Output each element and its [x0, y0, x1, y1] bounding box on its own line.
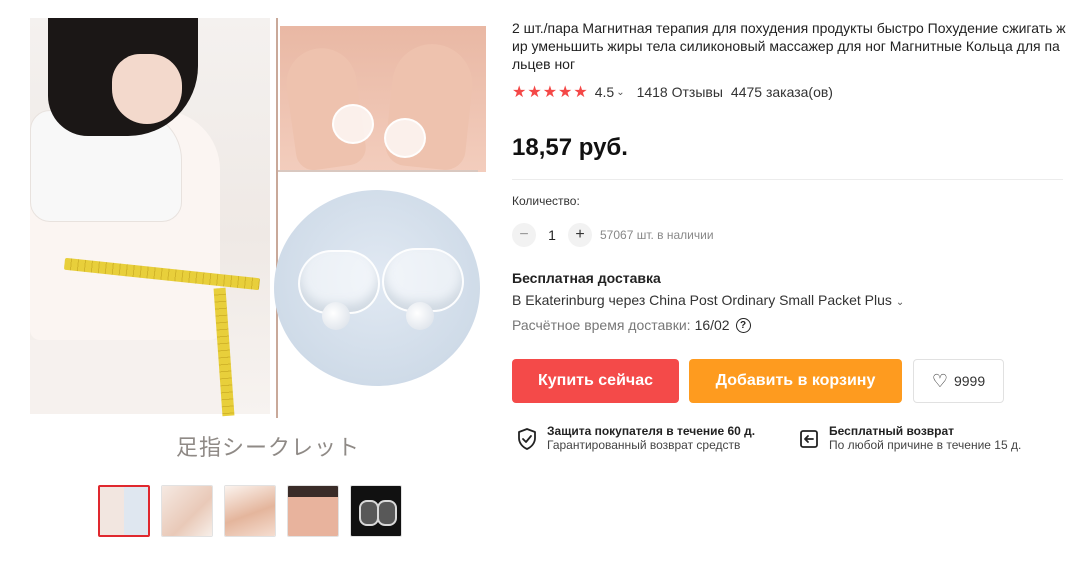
divider — [512, 179, 1063, 180]
image-caption: 足指シークレット — [176, 436, 361, 461]
orders-count: 4475 заказа(ов) — [730, 84, 833, 100]
thumbnail-3[interactable] — [224, 485, 276, 537]
thumbnail-2[interactable] — [161, 485, 213, 537]
product-title: 2 шт./пара Магнитная терапия для похуден… — [512, 20, 1066, 72]
product-main-image[interactable]: 足指シークレット — [28, 18, 488, 466]
wishlist-button[interactable]: ♡ 9999 — [913, 359, 1004, 403]
toe-rings-on-feet-photo — [280, 26, 486, 172]
rating-value[interactable]: 4.5 — [595, 84, 614, 100]
buy-now-button[interactable]: Купить сейчас — [512, 359, 679, 403]
protection-title: Защита покупателя в течение 60 д. — [547, 424, 756, 438]
shield-check-icon — [518, 428, 536, 450]
thumbnail-1[interactable] — [98, 485, 150, 537]
quantity-value[interactable]: 1 — [536, 227, 568, 243]
delivery-time-label: Расчётное время доставки: — [512, 317, 691, 333]
rating-row: ★★★★★ 4.5 ⌄ 1418 Отзывы 4475 заказа(ов) — [512, 83, 833, 101]
delivery-time: Расчётное время доставки: 16/02 ? — [512, 317, 751, 333]
buyer-protection: Защита покупателя в течение 60 д. Гарант… — [516, 424, 755, 453]
stock-info: 57067 шт. в наличии — [600, 228, 714, 242]
shipping-title: Бесплатная доставка — [512, 270, 661, 286]
return-title: Бесплатный возврат — [829, 424, 955, 438]
thumbnail-4[interactable] — [287, 485, 339, 537]
chevron-down-icon[interactable]: ⌄ — [616, 87, 624, 98]
help-icon[interactable]: ? — [735, 317, 751, 333]
star-rating-icon: ★★★★★ — [512, 84, 589, 101]
heart-icon: ♡ — [931, 370, 948, 391]
wishlist-count: 9999 — [953, 373, 986, 389]
protection-subtitle: Гарантированный возврат средств — [547, 438, 741, 452]
return-icon — [800, 430, 818, 448]
quantity-stepper: − 1 + 57067 шт. в наличии — [512, 223, 714, 247]
return-subtitle: По любой причине в течение 15 д. — [829, 438, 1022, 452]
shipping-method-text: В Ekaterinburg через China Post Ordinary… — [512, 292, 892, 308]
quantity-decrease-button[interactable]: − — [512, 223, 536, 247]
shipping-method-selector[interactable]: В Ekaterinburg через China Post Ordinary… — [512, 292, 916, 308]
woman-measuring-waist-photo — [30, 18, 270, 417]
quantity-increase-button[interactable]: + — [568, 223, 592, 247]
delivery-date: 16/02 — [694, 317, 730, 333]
thumbnail-5[interactable] — [350, 485, 402, 537]
free-return: Бесплатный возврат По любой причине в те… — [798, 424, 1021, 453]
add-to-cart-button[interactable]: Добавить в корзину — [689, 359, 902, 403]
product-price: 18,57 руб. — [512, 134, 628, 161]
reviews-link[interactable]: 1418 Отзывы — [637, 84, 723, 100]
quantity-label: Количество: — [512, 194, 580, 208]
thumbnail-strip — [98, 485, 402, 537]
toe-rings-on-plate-photo — [274, 190, 480, 386]
chevron-down-icon: ⌄ — [895, 297, 905, 308]
